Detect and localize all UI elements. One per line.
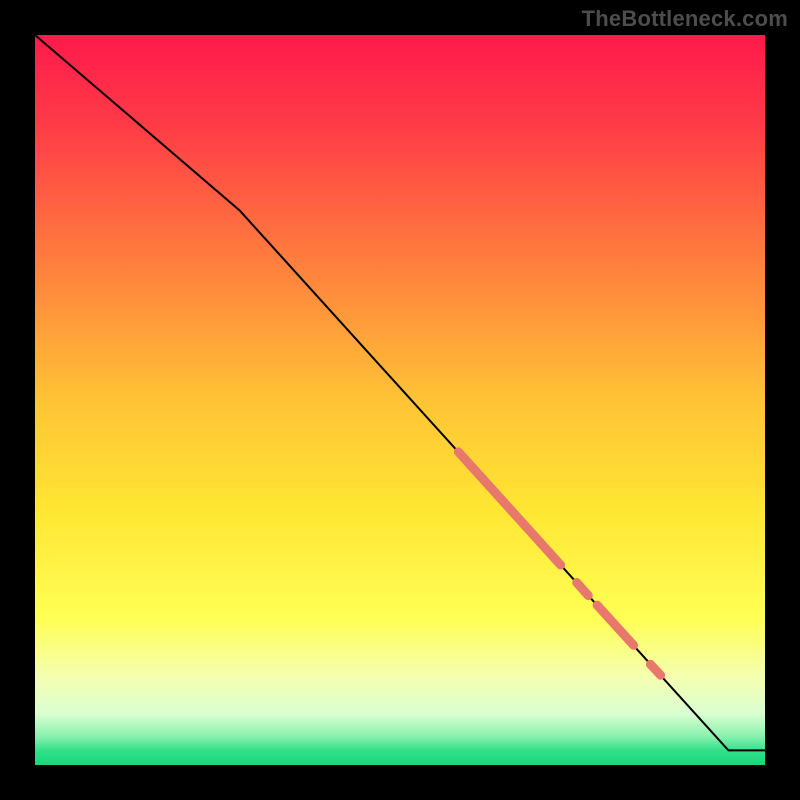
highlight-segment-1 [577, 583, 589, 596]
series-curve [35, 35, 765, 750]
highlight-segment-0 [458, 452, 560, 565]
plot-area [35, 35, 765, 765]
watermark-text: TheBottleneck.com [582, 6, 788, 32]
curve-layer [35, 35, 765, 765]
highlight-segment-3 [650, 664, 660, 675]
highlight-segment-2 [597, 605, 634, 645]
chart-frame: TheBottleneck.com [0, 0, 800, 800]
